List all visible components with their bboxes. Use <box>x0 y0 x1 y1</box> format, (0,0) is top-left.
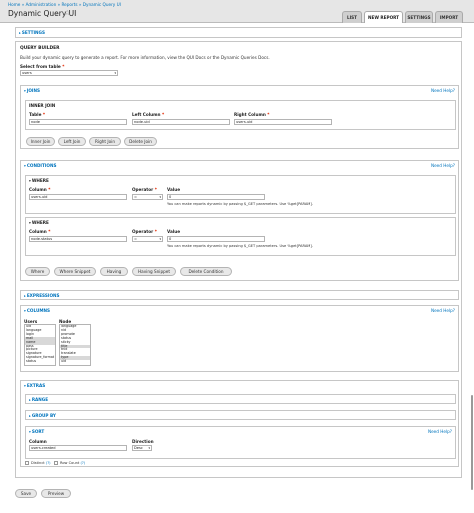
joins-help-link[interactable]: Need Help? <box>431 88 455 93</box>
where-button-row[interactable]: Where <box>25 267 50 276</box>
where-operator-select-1[interactable]: = ▾ <box>132 194 163 200</box>
page-scrollbar[interactable] <box>471 395 473 490</box>
inner-join-legend: INNER JOIN <box>29 103 56 108</box>
expand-triangle-icon: ▸ <box>24 294 26 298</box>
joins-legend[interactable]: ▾JOINS <box>24 88 40 93</box>
where-column-input-2[interactable]: node.status <box>29 236 127 242</box>
sort-help-link[interactable]: Need Help? <box>428 429 452 434</box>
left-column-input[interactable]: node.uid <box>132 119 230 125</box>
group-by-legend[interactable]: ▸GROUP BY <box>29 413 56 418</box>
right-join-button[interactable]: Right Join <box>89 137 121 146</box>
where-column-label-2: Column * <box>29 229 51 234</box>
extras-legend[interactable]: ▾EXTRAS <box>24 383 45 388</box>
collapse-triangle-icon: ▾ <box>29 179 31 183</box>
conditions-fieldset: ▾CONDITIONS Need Help? ▾WHERE Column * O… <box>20 160 459 281</box>
users-column-option[interactable]: status <box>25 359 55 364</box>
sort-direction-select[interactable]: Desc ▾ <box>132 445 152 451</box>
chevron-down-icon: ▾ <box>159 195 161 199</box>
preview-button[interactable]: Preview <box>41 489 71 498</box>
distinct-checkbox[interactable] <box>25 461 29 465</box>
delete-condition-button[interactable]: Delete Condition <box>180 267 232 276</box>
range-fieldset: ▸RANGE <box>25 394 456 404</box>
where-hint-2: You can make reports dynamic by passing … <box>167 244 313 248</box>
sort-legend[interactable]: ▾SORT <box>29 429 44 434</box>
breadcrumb[interactable]: Home » Administration » Reports » Dynami… <box>8 2 121 7</box>
right-column-input[interactable]: users.uid <box>234 119 332 125</box>
left-join-button[interactable]: Left Join <box>58 137 86 146</box>
chevron-down-icon: ▾ <box>114 71 116 75</box>
expand-triangle-icon: ▸ <box>29 414 31 418</box>
group-by-fieldset: ▸GROUP BY <box>25 410 456 420</box>
users-columns-multiselect[interactable]: uid language login mail name pass picture signa… <box>24 324 56 366</box>
tab-settings[interactable]: SETTINGS <box>405 11 433 23</box>
tab-import[interactable]: IMPORT <box>435 11 463 23</box>
right-column-label: Right Column * <box>234 112 270 117</box>
where-snippet-button[interactable]: Where Snippet <box>54 267 96 276</box>
where-operator-label-2: Operator * <box>132 229 157 234</box>
sort-fieldset: ▾SORT Need Help? Column Direction users.… <box>25 426 456 459</box>
select-table-label: Select from table * <box>20 64 65 69</box>
where-fieldset-2: ▾WHERE Column * Operator * Value node.st… <box>25 217 456 256</box>
sort-direction-label: Direction <box>132 439 154 444</box>
having-snippet-button[interactable]: Having Snippet <box>132 267 176 276</box>
collapse-triangle-icon: ▾ <box>24 164 26 168</box>
query-builder-fieldset: QUERY BUILDER Build your dynamic query t… <box>15 41 462 478</box>
collapse-triangle-icon: ▾ <box>24 384 26 388</box>
where-value-label-1: Value <box>167 187 181 192</box>
node-column-option[interactable]: uid <box>60 359 90 364</box>
where-column-input-1[interactable]: users.uid <box>29 194 127 200</box>
left-column-label: Left Column * <box>132 112 165 117</box>
where-legend-1: ▾WHERE <box>29 178 49 183</box>
inner-join-button[interactable]: Inner Join <box>26 137 55 146</box>
conditions-legend[interactable]: ▾CONDITIONS <box>24 163 56 168</box>
shortcut-star-icon[interactable]: ☆ <box>64 9 70 17</box>
save-button[interactable]: Save <box>15 489 37 498</box>
row-count-checkbox[interactable] <box>54 461 58 465</box>
columns-legend[interactable]: ▾COLUMNS <box>24 308 50 313</box>
row-count-label: Row Count (?) <box>60 461 86 465</box>
where-legend-2: ▾WHERE <box>29 220 49 225</box>
columns-fieldset: ▾COLUMNS Need Help? Users Node uid langua… <box>20 305 459 372</box>
settings-legend[interactable]: ▸SETTINGS <box>19 30 45 35</box>
select-table-dropdown[interactable]: users ▾ <box>20 70 118 76</box>
distinct-label: Distinct (?) <box>31 461 51 465</box>
query-builder-title: QUERY BUILDER <box>20 46 60 51</box>
node-columns-multiselect[interactable]: language nid promote status sticky title tnid t… <box>59 324 91 366</box>
join-table-input[interactable]: node <box>29 119 127 125</box>
where-value-label-2: Value <box>167 229 181 234</box>
range-legend[interactable]: ▸RANGE <box>29 397 48 402</box>
sort-column-input[interactable]: users.created <box>29 445 127 451</box>
tab-new-report[interactable]: NEW REPORT <box>364 11 403 23</box>
expressions-fieldset: ▸EXPRESSIONS <box>20 290 459 300</box>
columns-help-link[interactable]: Need Help? <box>431 308 455 313</box>
admin-header: Home » Administration » Reports » Dynami… <box>0 0 474 23</box>
where-fieldset-1: ▾WHERE Column * Operator * Value users.u… <box>25 175 456 214</box>
where-column-label-1: Column * <box>29 187 51 192</box>
chevron-down-icon: ▾ <box>159 237 161 241</box>
where-value-input-2[interactable]: 0 <box>167 236 265 242</box>
query-builder-intro: Build your dynamic query to generate a r… <box>20 55 270 60</box>
extras-fieldset: ▾EXTRAS ▸RANGE ▸GROUP BY ▾SORT Need Help… <box>20 380 459 467</box>
expand-triangle-icon: ▸ <box>29 398 31 402</box>
chevron-down-icon: ▾ <box>148 446 150 450</box>
collapse-triangle-icon: ▾ <box>24 89 26 93</box>
where-operator-select-2[interactable]: = ▾ <box>132 236 163 242</box>
collapse-triangle-icon: ▾ <box>29 221 31 225</box>
expand-triangle-icon: ▸ <box>19 31 21 35</box>
where-operator-label-1: Operator * <box>132 187 157 192</box>
having-button[interactable]: Having <box>100 267 128 276</box>
conditions-help-link[interactable]: Need Help? <box>431 163 455 168</box>
where-hint-1: You can make reports dynamic by passing … <box>167 202 313 206</box>
joins-fieldset: ▾JOINS Need Help? INNER JOIN Table * Lef… <box>20 85 459 149</box>
inner-join-fieldset: INNER JOIN Table * Left Column * Right C… <box>25 100 456 130</box>
sort-column-label: Column <box>29 439 47 444</box>
tab-list[interactable]: LIST <box>342 11 362 23</box>
collapse-triangle-icon: ▾ <box>24 309 26 313</box>
settings-fieldset: ▸SETTINGS <box>15 27 462 38</box>
join-table-label: Table * <box>29 112 46 117</box>
expressions-legend[interactable]: ▸EXPRESSIONS <box>24 293 60 298</box>
delete-join-button[interactable]: Delete Join <box>124 137 157 146</box>
where-value-input-1[interactable]: 0 <box>167 194 265 200</box>
collapse-triangle-icon: ▾ <box>29 430 31 434</box>
